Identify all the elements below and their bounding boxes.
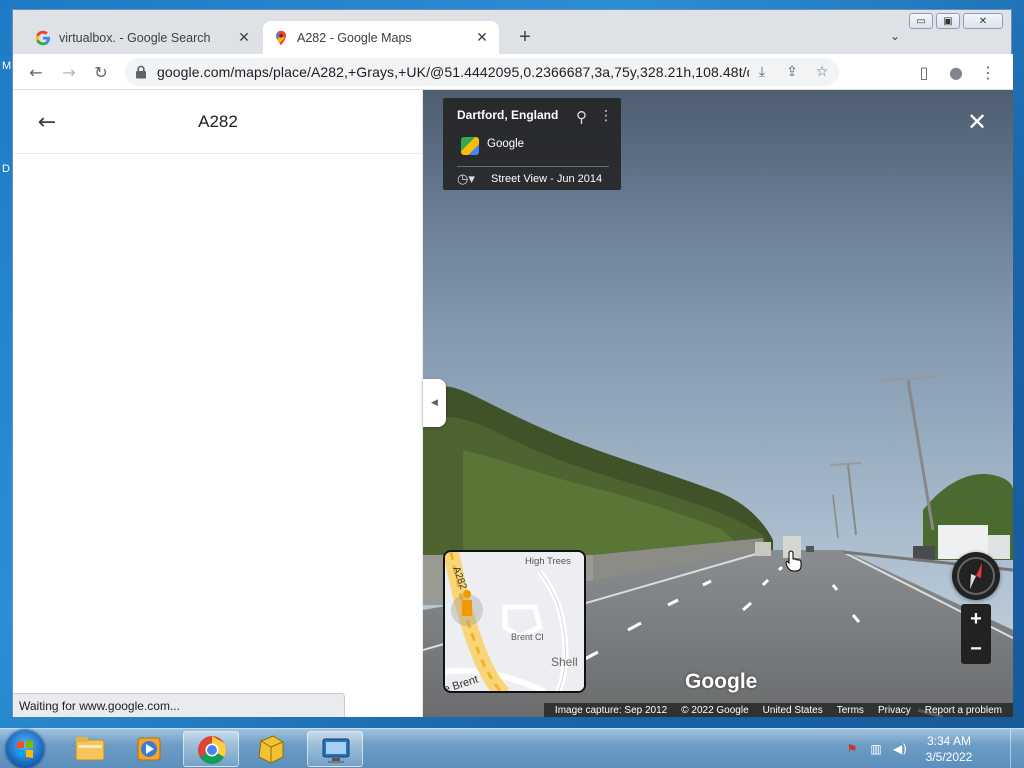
mini-map-label: Brent Cl <box>511 632 544 642</box>
mini-map-label: High Trees <box>525 556 571 567</box>
report-problem-link[interactable]: Report a problem <box>925 705 1002 716</box>
card-divider <box>457 166 609 167</box>
close-street-view-button[interactable]: ✕ <box>965 108 989 136</box>
street-view-date[interactable]: Street View - Jun 2014 <box>491 173 602 185</box>
taskbar: ⚑ ▥ ◀) 3:34 AM 3/5/2022 <box>0 728 1024 768</box>
bookmark-star-icon[interactable]: ☆ <box>809 60 835 84</box>
install-app-icon[interactable]: ⤓ <box>749 60 775 84</box>
virtualbox-icon <box>258 735 284 764</box>
browser-toolbar: ← → ↻ google.com/maps/place/A282,+Grays,… <box>13 54 1013 90</box>
network-icon[interactable]: ▥ <box>868 741 884 757</box>
zoom-control: + − <box>961 604 991 664</box>
tab-close-icon[interactable]: ✕ <box>235 29 253 47</box>
taskbar-explorer[interactable] <box>62 731 118 767</box>
remote-desktop-icon <box>322 738 350 763</box>
panel-header: ← A282 <box>13 90 422 154</box>
tab-title: virtualbox. - Google Search <box>59 30 211 45</box>
reload-button[interactable]: ↻ <box>88 59 114 85</box>
place-panel: ← A282 Waiting for www.google.com... <box>13 90 423 717</box>
zoom-in-button[interactable]: + <box>961 604 991 634</box>
chrome-icon <box>198 736 226 764</box>
place-title: A282 <box>198 112 238 131</box>
street-view-info-card: Dartford, England ⚲ ⋮ Google ◷▾ Street V… <box>443 98 621 190</box>
volume-icon[interactable]: ◀) <box>892 741 908 757</box>
profile-avatar-icon[interactable]: ● <box>943 59 969 85</box>
taskbar-virtualbox[interactable] <box>243 731 299 767</box>
history-clock-icon[interactable]: ◷▾ <box>457 172 475 187</box>
desktop-text-fragment: M <box>2 60 12 72</box>
collapse-panel-button[interactable]: ◀ <box>423 379 446 427</box>
privacy-link[interactable]: Privacy <box>878 705 911 716</box>
action-center-flag-icon[interactable]: ⚑ <box>844 741 860 757</box>
image-provider: Google <box>487 138 525 150</box>
new-tab-button[interactable]: + <box>513 25 537 49</box>
image-capture-date: Image capture: Sep 2012 <box>554 704 668 716</box>
back-button[interactable]: ← <box>23 59 49 85</box>
mini-map-graphic: A282 High Trees Brent Cl Shell e Brent <box>445 552 584 691</box>
google-maps-logo-icon <box>461 137 479 155</box>
start-button[interactable] <box>6 730 44 768</box>
url-text[interactable]: google.com/maps/place/A282,+Grays,+UK/@5… <box>157 64 749 80</box>
side-panel-icon[interactable]: ▯ <box>911 59 937 85</box>
compass-icon <box>957 557 995 595</box>
mini-map[interactable]: A282 High Trees Brent Cl Shell e Brent <box>443 550 586 693</box>
page-content: ← A282 Waiting for www.google.com... ◀ D… <box>13 90 1013 717</box>
windows-logo-icon <box>17 740 33 758</box>
windows-explorer-icon <box>75 737 105 761</box>
system-clock[interactable]: 3:34 AM 3/5/2022 <box>918 733 980 765</box>
street-view-panorama[interactable]: Dartford, England ⚲ ⋮ Google ◷▾ Street V… <box>423 90 1013 717</box>
zoom-out-button[interactable]: − <box>961 634 991 664</box>
share-icon[interactable]: ⇪ <box>779 60 805 84</box>
tab-title: A282 - Google Maps <box>297 30 412 45</box>
google-watermark: Google <box>685 670 758 693</box>
terms-link[interactable]: Terms <box>837 705 864 716</box>
system-tray: ⚑ ▥ ◀) 3:34 AM 3/5/2022 <box>840 729 980 768</box>
mini-map-label: Shell <box>551 655 578 669</box>
taskbar-chrome[interactable] <box>183 731 239 767</box>
google-g-icon <box>35 30 50 45</box>
google-maps-pin-icon <box>276 30 286 45</box>
more-options-icon[interactable]: ⋮ <box>599 108 613 128</box>
hand-cursor-icon <box>785 550 802 572</box>
region-link[interactable]: United States <box>763 705 823 716</box>
forward-button[interactable]: → <box>56 59 82 85</box>
lock-icon <box>136 65 146 79</box>
taskbar-remote-desktop[interactable] <box>307 731 363 767</box>
attribution-bar: Image capture: Sep 2012 © 2022 Google Un… <box>543 703 1013 717</box>
tab-google-search[interactable]: virtualbox. - Google Search ✕ <box>25 21 261 54</box>
map-pin-icon[interactable]: ⚲ <box>576 108 590 128</box>
clock-date: 3/5/2022 <box>925 750 973 764</box>
chrome-window: ▭ ▣ ✕ virtualbox. - Google Search ✕ A282… <box>12 9 1013 717</box>
desktop-text-fragment: D <box>2 163 10 175</box>
tab-search-button[interactable]: ⌄ <box>885 26 905 46</box>
taskbar-media-player[interactable] <box>122 731 178 767</box>
status-bar: Waiting for www.google.com... <box>13 693 345 717</box>
tab-google-maps[interactable]: A282 - Google Maps ✕ <box>263 21 499 54</box>
address-bar[interactable]: google.com/maps/place/A282,+Grays,+UK/@5… <box>125 58 839 86</box>
clock-time: 3:34 AM <box>926 734 972 748</box>
tab-close-icon[interactable]: ✕ <box>473 29 491 47</box>
media-player-icon <box>137 737 161 761</box>
copyright-text: © 2022 Google <box>681 704 749 716</box>
show-desktop-button[interactable] <box>1010 729 1024 768</box>
chrome-menu-icon[interactable]: ⋮ <box>975 59 1001 85</box>
tab-strip: virtualbox. - Google Search ✕ A282 - Goo… <box>13 10 1013 54</box>
location-name: Dartford, England <box>457 108 559 122</box>
compass-button[interactable] <box>952 552 1000 600</box>
